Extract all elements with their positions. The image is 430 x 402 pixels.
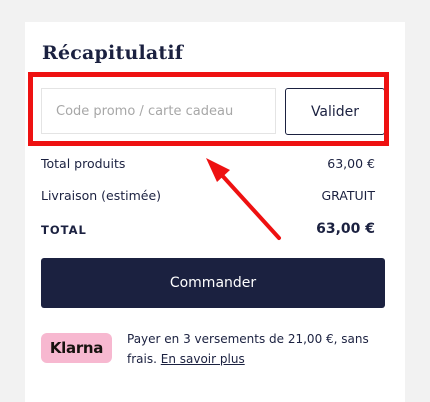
validate-button[interactable]: Valider bbox=[285, 88, 385, 135]
arrow-shaft bbox=[217, 170, 281, 240]
grand-total-value: 63,00 € bbox=[316, 221, 375, 237]
shipping-value: GRATUIT bbox=[321, 188, 375, 203]
products-total-value: 63,00 € bbox=[327, 156, 375, 171]
promo-code-row: Valider bbox=[41, 88, 386, 136]
summary-title: Récapitulatif bbox=[42, 42, 184, 64]
shipping-label: Livraison (estimée) bbox=[41, 188, 162, 203]
order-button[interactable]: Commander bbox=[41, 258, 385, 308]
klarna-logo: Klarna bbox=[41, 333, 112, 363]
klarna-learn-more-link[interactable]: En savoir plus bbox=[161, 352, 245, 366]
promo-code-input[interactable] bbox=[41, 88, 276, 134]
arrow-head bbox=[206, 158, 230, 182]
klarna-info: Payer en 3 versements de 21,00 €, sans f… bbox=[127, 329, 387, 369]
order-summary-card: Récapitulatif Valider Total produits 63,… bbox=[25, 22, 405, 402]
grand-total-label: TOTAL bbox=[41, 223, 87, 237]
products-total-label: Total produits bbox=[41, 156, 126, 171]
